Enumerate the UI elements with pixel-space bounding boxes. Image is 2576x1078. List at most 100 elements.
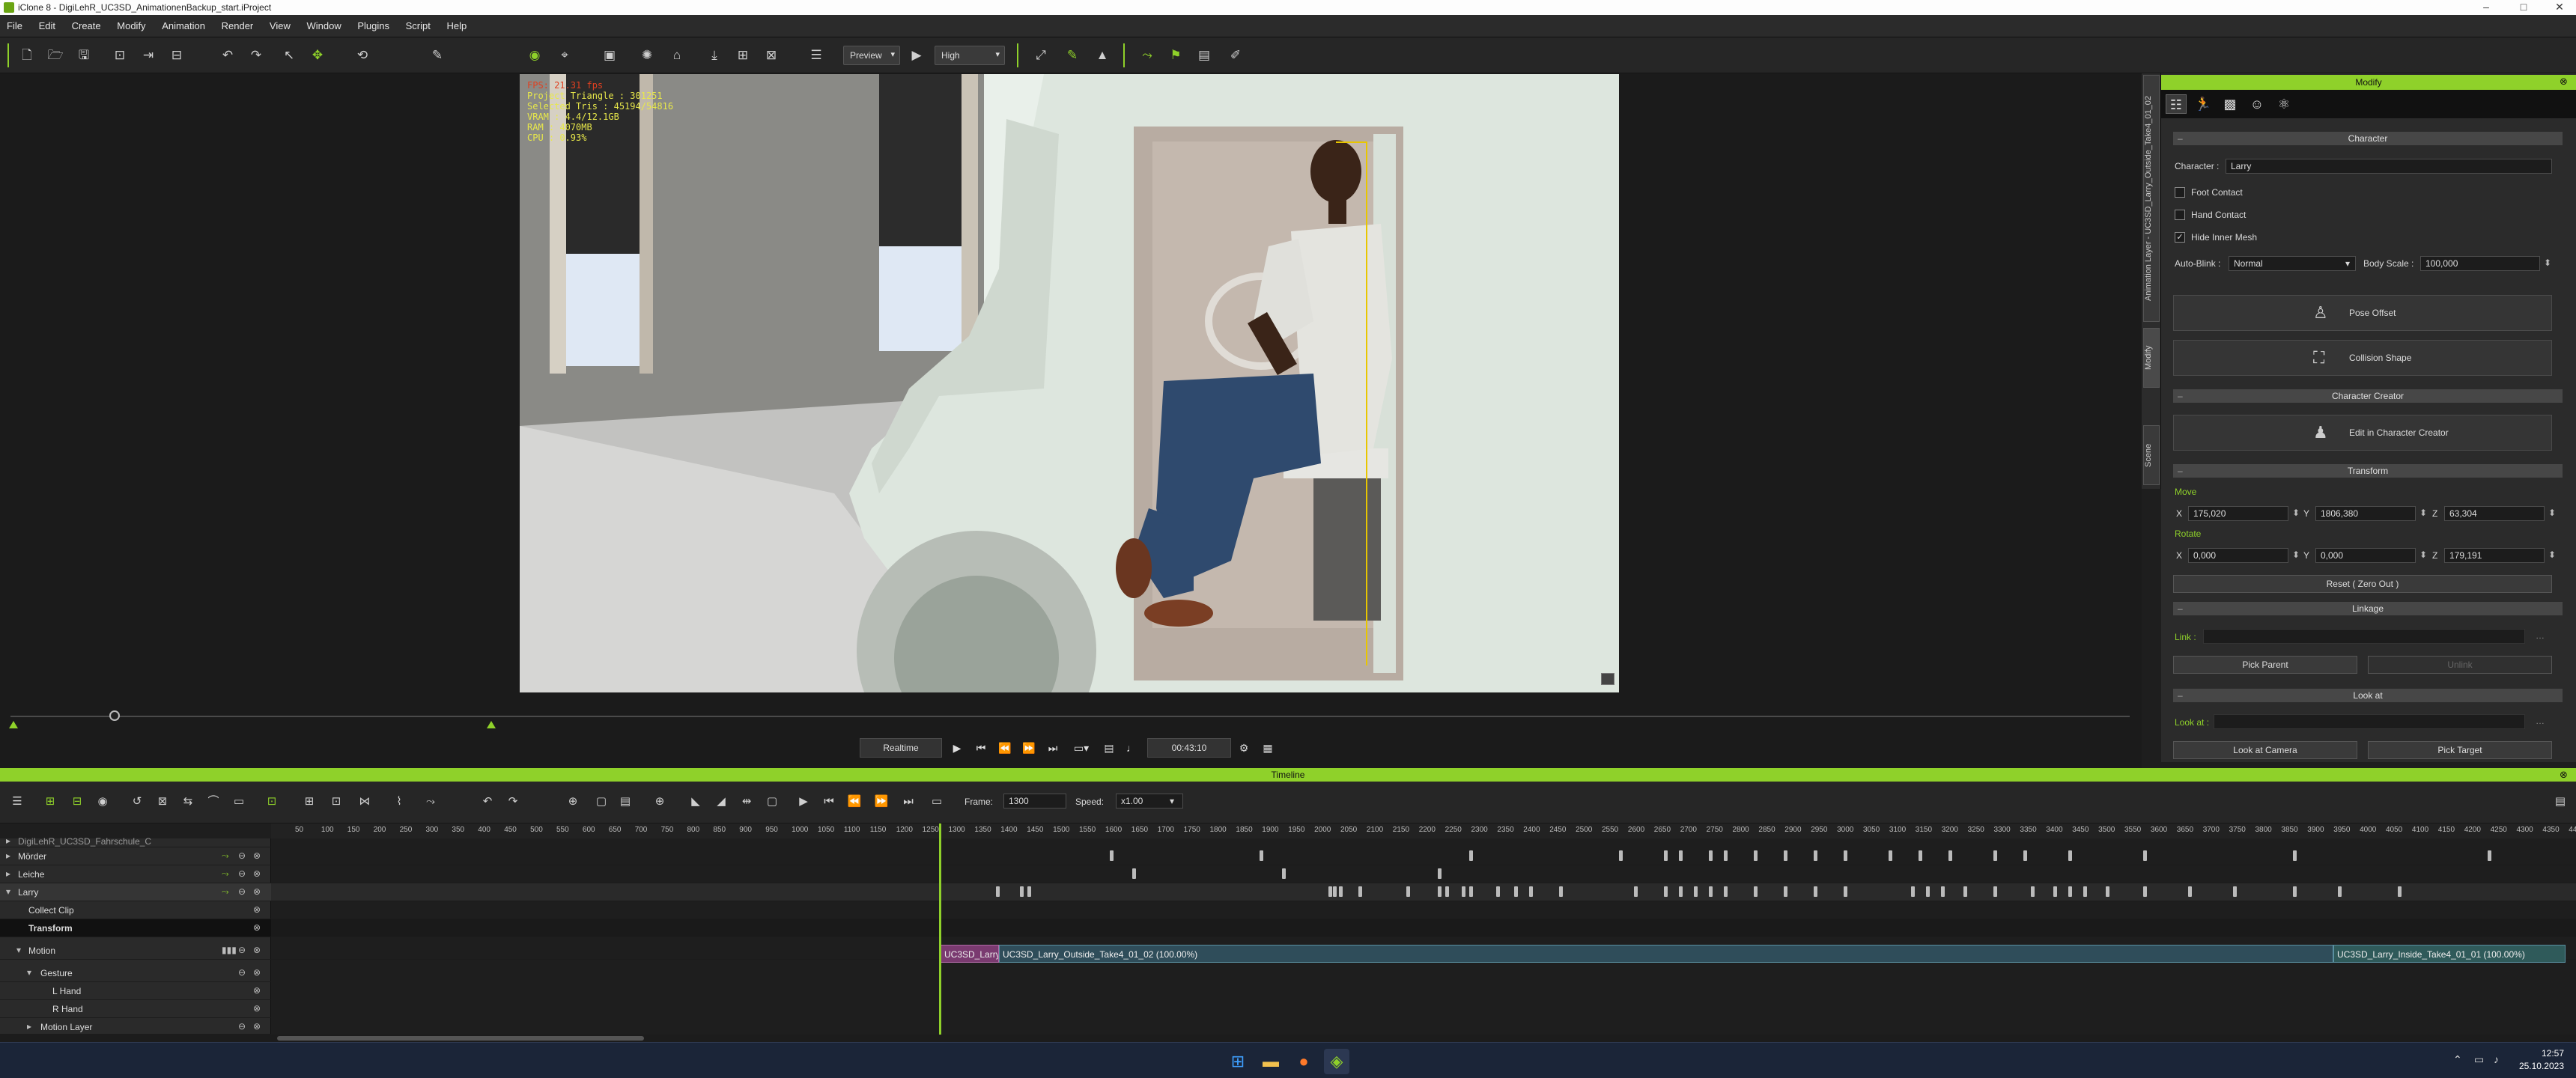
brush-icon[interactable]: ✐ [1225,45,1246,66]
look-at-browse-icon[interactable]: … [2536,716,2545,726]
menu-view[interactable]: View [263,15,297,31]
keyframe[interactable] [1438,868,1442,879]
redo-icon[interactable]: ↷ [246,45,267,66]
keyframe[interactable] [1754,886,1758,897]
keyframe[interactable] [1132,868,1136,879]
keyframe[interactable] [1993,850,1997,861]
layers-icon[interactable]: ☰ [806,45,827,66]
track-row[interactable]: R Hand ⊗ [0,1000,271,1018]
rotate-x-field[interactable]: 0,000 [2188,548,2300,563]
link-field[interactable] [2203,629,2525,644]
section-look-at[interactable]: Look at [2173,689,2563,702]
zoom-in-icon[interactable]: ◣ [686,792,705,811]
expand-icon[interactable]: ▸ [27,1021,31,1032]
timeline-options-icon[interactable]: ▤ [2551,792,2570,811]
keyframe[interactable] [2023,850,2027,861]
menu-modify[interactable]: Modify [110,15,152,31]
clock[interactable]: 12:57 25.10.2023 [2519,1047,2564,1073]
track-row[interactable]: ▸ Mörder ⤳ ⊖ ⊗ [0,847,271,865]
keyframe[interactable] [1664,850,1668,861]
snap-icon[interactable]: ⊠ [761,45,782,66]
keyframe[interactable] [2398,886,2402,897]
expand-icon[interactable]: ▸ [6,850,10,861]
keyframe[interactable] [1634,886,1638,897]
range-end-marker-icon[interactable] [487,721,496,728]
panel-icon[interactable]: ▦ [1258,738,1278,758]
volume-icon[interactable]: ♪ [2494,1053,2499,1065]
quality-dropdown[interactable]: High [935,46,1005,65]
tray-chevron-icon[interactable]: ⌃ [2453,1053,2462,1066]
move-y-field[interactable]: 1806,380 [2315,506,2427,521]
section-transform[interactable]: Transform [2173,464,2563,478]
path-icon[interactable]: ⤳ [421,792,440,811]
menu-script[interactable]: Script [399,15,437,31]
keyframe[interactable] [1926,886,1930,897]
file-explorer-icon[interactable]: ▬ [1258,1049,1284,1074]
minimize-button[interactable]: – [2471,1,2501,13]
undo-icon[interactable]: ↶ [217,45,238,66]
timeline-playhead[interactable] [939,823,941,1035]
motion-pick-icon[interactable]: ✎ [1062,45,1083,66]
keyframe[interactable] [1027,886,1031,897]
timeline-ruler[interactable]: 50 100 150 200 250 300 350 400 450 500 550 600 650 70… [271,823,2576,838]
menu-help[interactable]: Help [440,15,473,31]
loop-clip-icon[interactable]: ↺ [127,792,147,811]
fit-icon[interactable]: ⇹ [737,792,756,811]
look-at-camera-button[interactable]: Look at Camera [2173,741,2357,759]
track-close-icon[interactable]: ⊗ [253,886,261,897]
track-close-icon[interactable]: ⊗ [253,1003,261,1014]
rotate-z-field[interactable]: 179,191 [2444,548,2556,563]
track-option-icon[interactable]: ⊖ [238,945,246,955]
keyframe[interactable] [2068,886,2072,897]
keyframe[interactable] [1844,886,1847,897]
keyframe[interactable] [1514,886,1518,897]
track-option-icon[interactable]: ⊖ [238,1021,246,1032]
keyframe[interactable] [2031,886,2035,897]
tl-next-icon[interactable]: ⏩ [872,792,891,811]
menu-file[interactable]: File [0,15,29,31]
collision-shape-button[interactable]: ⛶ Collision Shape [2173,340,2552,376]
section-character[interactable]: Character [2173,132,2563,145]
undo-timeline-icon[interactable]: ↶ [478,792,497,811]
menu-create[interactable]: Create [65,15,108,31]
edit-marker-icon[interactable]: ▢ [592,792,611,811]
track-close-icon[interactable]: ⊗ [253,945,261,955]
panel-close-icon[interactable]: ⊗ [2560,76,2568,88]
zoom-out-icon[interactable]: ◢ [711,792,731,811]
firefox-icon[interactable]: ● [1291,1049,1316,1074]
pick-parent-button[interactable]: Pick Parent [2173,656,2357,674]
curve-icon[interactable]: ⌇ [389,792,409,811]
unlink-button[interactable]: Unlink [2368,656,2552,674]
expand-icon[interactable]: ▸ [6,868,10,879]
foot-contact-checkbox[interactable] [2175,187,2185,198]
subtitle-icon[interactable]: ▤ [1099,738,1119,758]
link-browse-icon[interactable]: … [2536,630,2545,641]
stop-icon[interactable]: ⏮ [970,738,991,758]
move-x-field[interactable]: 175,020 [2188,506,2300,521]
move-gizmo-icon[interactable]: ✥ [307,45,328,66]
start-icon[interactable]: ⊞ [1225,1049,1251,1074]
network-icon[interactable]: ▭ [2474,1053,2484,1066]
filter-icon[interactable]: ⊞ [40,792,60,811]
keyframe[interactable] [1709,886,1713,897]
keyframe[interactable] [1889,850,1892,861]
keyframe[interactable] [1358,886,1362,897]
keyframe[interactable] [1724,886,1728,897]
collapse-icon[interactable]: ▾ [6,886,10,897]
collapse-icon[interactable]: ▾ [16,945,21,955]
pick-target-button[interactable]: Pick Target [2368,741,2552,759]
keyframe[interactable] [1664,886,1668,897]
previous-frame-icon[interactable]: ⏪ [994,738,1015,758]
appearance-icon[interactable]: ☺ [2247,94,2267,114]
tl-prev-icon[interactable]: ⏪ [845,792,864,811]
rotate-y-field[interactable]: 0,000 [2315,548,2427,563]
track-close-icon[interactable]: ⊗ [253,850,261,861]
track-close-icon[interactable]: ⊗ [253,985,261,996]
track-option-icon[interactable]: ⊖ [238,850,246,861]
track-close-icon[interactable]: ⊗ [253,967,261,978]
keyframe[interactable] [1784,850,1787,861]
menu-edit[interactable]: Edit [32,15,62,31]
keyframe[interactable] [1694,886,1698,897]
fit-range-icon[interactable]: ▢ [762,792,782,811]
keyframe[interactable] [1339,886,1343,897]
